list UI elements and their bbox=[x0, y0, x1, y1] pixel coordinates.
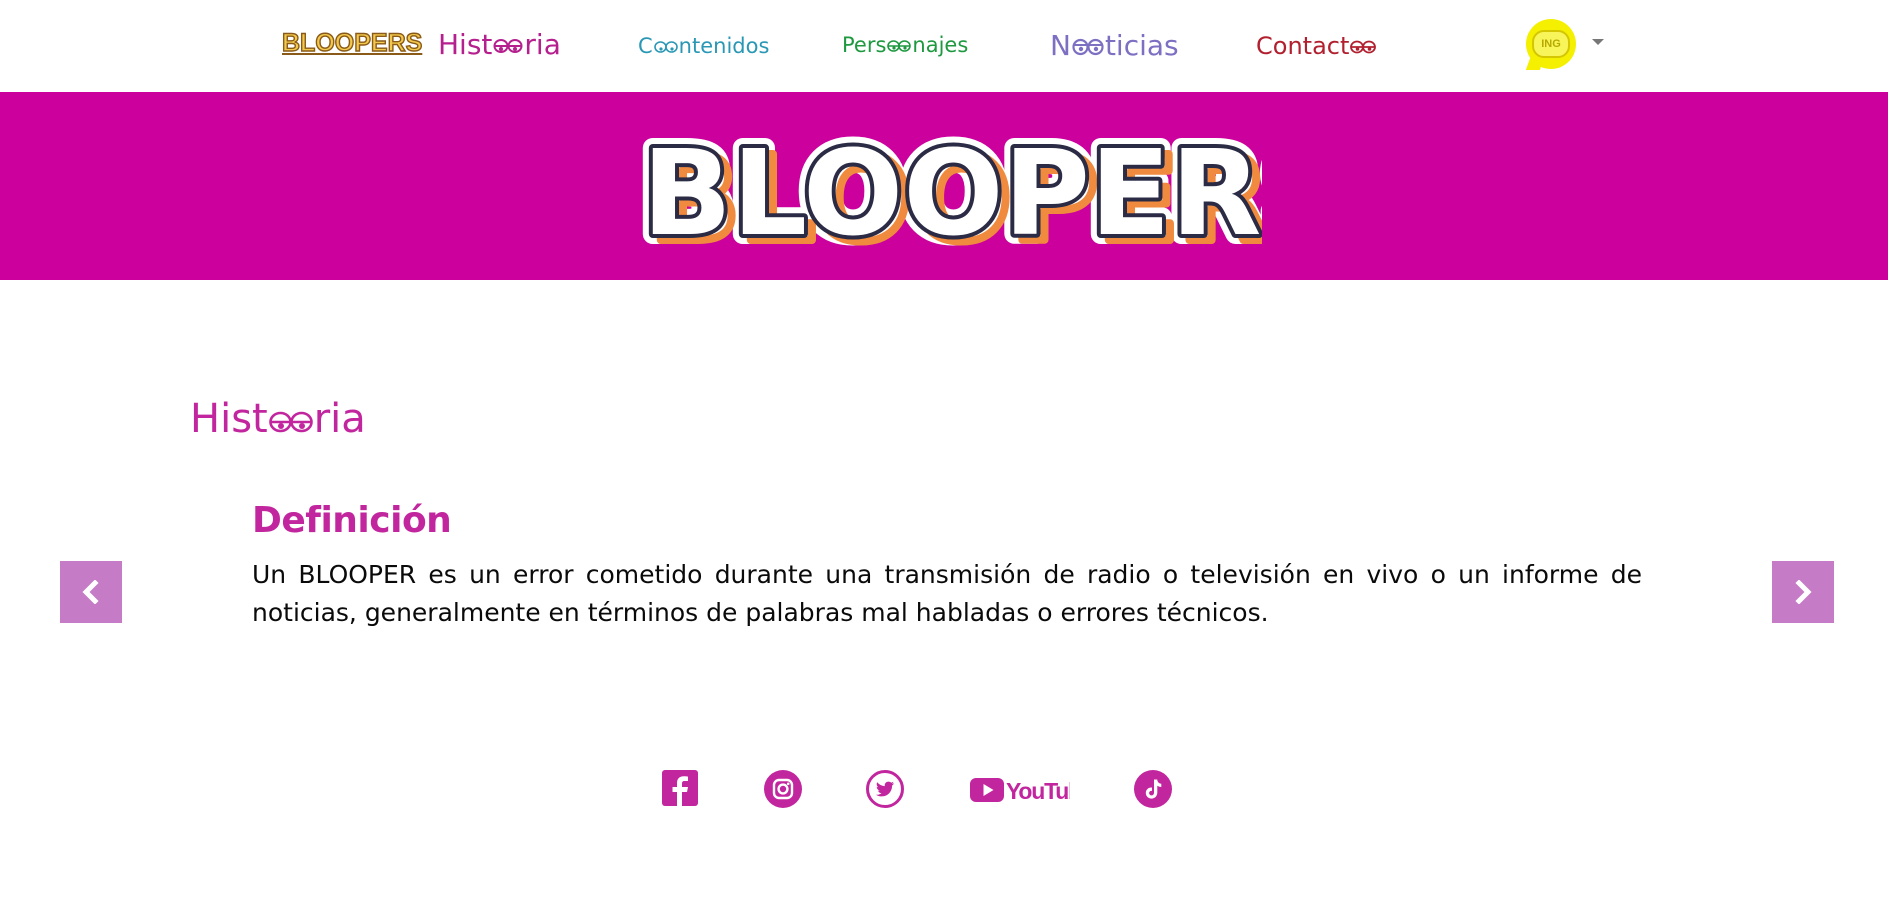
nav-link-historia[interactable]: Hist ria bbox=[438, 28, 561, 61]
brand-text: BLOOPERS bbox=[281, 28, 423, 57]
eyes-icon bbox=[1072, 38, 1104, 56]
nav-link-contenidos[interactable]: Cntenidos bbox=[638, 34, 769, 58]
svg-text:YouTube: YouTube bbox=[1006, 778, 1070, 803]
eyes-icon bbox=[887, 40, 912, 52]
slide-heading: Definición bbox=[252, 500, 452, 541]
nav-link-personajes[interactable]: Pers najes bbox=[842, 33, 968, 57]
twitter-icon[interactable] bbox=[866, 770, 904, 812]
hero-banner: BLOOPERS BLOOPERS BLOOPERS BLOOPERS bbox=[0, 92, 1888, 280]
svg-text:BLOOPERS: BLOOPERS bbox=[642, 132, 1262, 252]
language-badge-label: ING bbox=[1532, 30, 1570, 58]
slide-body: Un BLOOPER es un error cometido durante … bbox=[252, 560, 1642, 627]
navbar: BLOOPERS Hist ria Cntenidos Pers najes Nti… bbox=[0, 0, 1888, 92]
carousel-next-button[interactable] bbox=[1772, 561, 1834, 623]
instagram-icon[interactable] bbox=[764, 770, 802, 812]
eyes-icon bbox=[268, 411, 313, 433]
nav-link-contacto[interactable]: Contact bbox=[1256, 32, 1377, 60]
social-links: YouTube bbox=[0, 770, 1888, 818]
tiktok-icon[interactable] bbox=[1134, 770, 1172, 812]
eyes-icon bbox=[653, 41, 678, 53]
carousel-prev-button[interactable] bbox=[60, 561, 122, 623]
brand-logo[interactable]: BLOOPERS bbox=[281, 28, 423, 58]
facebook-icon[interactable] bbox=[662, 770, 698, 810]
chevron-right-icon bbox=[1795, 580, 1812, 604]
eyes-icon bbox=[493, 39, 523, 53]
caret-down-icon[interactable] bbox=[1592, 39, 1604, 45]
nav-link-noticias[interactable]: Nticias bbox=[1050, 29, 1179, 62]
youtube-icon[interactable]: YouTube bbox=[970, 777, 1094, 807]
hero-logo: BLOOPERS BLOOPERS BLOOPERS BLOOPERS bbox=[632, 132, 1262, 252]
section-title: Hist ria bbox=[190, 396, 366, 442]
eyes-icon bbox=[1350, 40, 1377, 54]
chevron-left-icon bbox=[82, 580, 99, 604]
language-badge-icon[interactable]: ING bbox=[1526, 19, 1576, 69]
definition-carousel: Definición Un BLOOPER es un error cometi… bbox=[0, 490, 1888, 650]
